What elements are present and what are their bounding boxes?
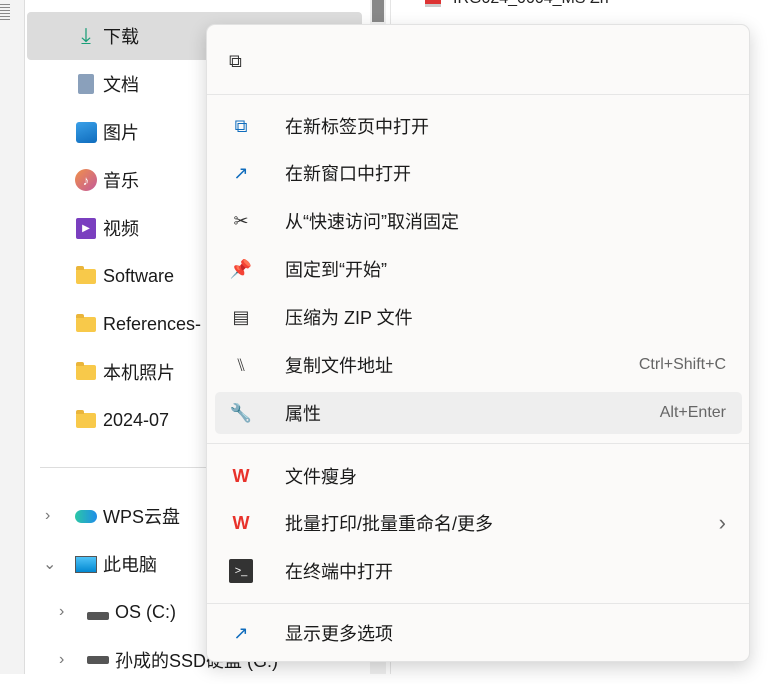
open-new-window-icon: ↗: [233, 162, 249, 183]
menu-item-label: 压缩为 ZIP 文件: [285, 308, 413, 328]
menu-item-label: 显示更多选项: [285, 624, 393, 644]
nav-label: Software: [103, 265, 175, 286]
nav-label: 2024-07: [103, 409, 170, 430]
drive-icon: [87, 649, 109, 671]
menu-item-label: 批量打印/批量重命名/更多: [285, 514, 494, 534]
more-options-icon: ↗: [233, 622, 249, 643]
menu-divider: [207, 603, 749, 604]
download-icon: ⤓: [81, 23, 91, 48]
nav-label: WPS云盘: [103, 507, 181, 527]
nav-label: 本机照片: [103, 363, 175, 383]
menu-item[interactable]: ⧉ 在新标签页中打开: [215, 105, 742, 147]
chevron-down-icon[interactable]: ⌄: [43, 554, 56, 574]
file-name: IRG024_0004_MS Zh: [453, 0, 609, 8]
menu-item[interactable]: W 文件瘦身: [215, 455, 742, 497]
nav-label: 音乐: [103, 171, 139, 191]
nav-label: 文档: [103, 75, 139, 95]
menu-item-label: 在终端中打开: [285, 562, 393, 582]
menu-item[interactable]: ⑊ 复制文件地址 Ctrl+Shift+C: [215, 344, 742, 386]
nav-label: 此电脑: [103, 555, 157, 575]
menu-item[interactable]: 📌 固定到“开始”: [215, 248, 742, 290]
chevron-right-icon[interactable]: ›: [59, 651, 64, 669]
menu-item[interactable]: W 批量打印/批量重命名/更多 ›: [215, 502, 742, 544]
menu-item[interactable]: ▤ 压缩为 ZIP 文件: [215, 296, 742, 338]
menu-item-label: 在新标签页中打开: [285, 117, 429, 137]
pictures-icon: [75, 121, 97, 143]
copy-icon: ⧉: [229, 50, 242, 71]
terminal-icon: >_: [229, 559, 253, 583]
copy-path-icon: ⑊: [235, 354, 247, 375]
nav-label: 视频: [103, 219, 139, 239]
scrollbar-thumb[interactable]: [372, 0, 384, 22]
computer-icon: [75, 553, 97, 575]
menu-item[interactable]: ✂ 从“快速访问”取消固定: [215, 200, 742, 242]
context-menu: ⧉ ⧉ 在新标签页中打开 ↗ 在新窗口中打开 ✂ 从“快速访问”取消固定 📌 固定到“开始” ▤…: [206, 24, 750, 662]
nav-label: OS (C:): [115, 601, 176, 622]
music-icon: ♪: [75, 169, 97, 191]
menu-item-label: 在新窗口中打开: [285, 164, 411, 184]
folder-icon: [75, 265, 97, 287]
left-strip: [0, 0, 25, 674]
menu-icon[interactable]: [0, 4, 10, 22]
menu-item[interactable]: 🔧 属性 Alt+Enter: [215, 392, 742, 434]
wrench-icon: 🔧: [229, 402, 253, 423]
menu-item-label: 文件瘦身: [285, 467, 357, 487]
menu-item[interactable]: ↗ 显示更多选项: [215, 612, 742, 654]
document-icon: [75, 73, 97, 95]
video-icon: ▶: [75, 217, 97, 239]
chevron-right-icon[interactable]: ›: [45, 507, 50, 525]
wps-icon: W: [232, 465, 250, 486]
zip-icon: ▤: [232, 306, 250, 327]
wps-icon: W: [232, 512, 250, 533]
file-item[interactable]: IRG024_0004_MS Zh: [425, 0, 609, 8]
folder-icon: [75, 313, 97, 335]
folder-icon: [75, 361, 97, 383]
nav-label: References-: [103, 313, 202, 334]
nav-label: 下载: [103, 27, 139, 47]
unpin-icon: ✂: [233, 210, 249, 231]
pin-icon: 📌: [229, 258, 253, 279]
menu-item-label: 复制文件地址: [285, 356, 393, 376]
chevron-right-icon[interactable]: ›: [59, 603, 64, 621]
open-new-tab-icon: ⧉: [234, 115, 248, 136]
nav-label: 图片: [103, 123, 139, 143]
copy-button[interactable]: ⧉: [215, 40, 259, 82]
menu-divider: [207, 443, 749, 444]
shortcut-label: Alt+Enter: [659, 404, 726, 421]
pdf-file-icon: [425, 0, 441, 7]
chevron-right-icon: ›: [718, 510, 726, 535]
shortcut-label: Ctrl+Shift+C: [638, 356, 726, 373]
menu-item[interactable]: ↗ 在新窗口中打开: [215, 152, 742, 194]
folder-icon: [75, 409, 97, 431]
menu-item-label: 固定到“开始”: [285, 260, 387, 280]
menu-item[interactable]: >_ 在终端中打开: [215, 550, 742, 592]
drive-icon: [87, 601, 109, 623]
cloud-icon: [75, 505, 97, 527]
menu-item-label: 从“快速访问”取消固定: [285, 212, 459, 232]
menu-item-label: 属性: [285, 404, 321, 424]
menu-divider: [207, 94, 749, 95]
